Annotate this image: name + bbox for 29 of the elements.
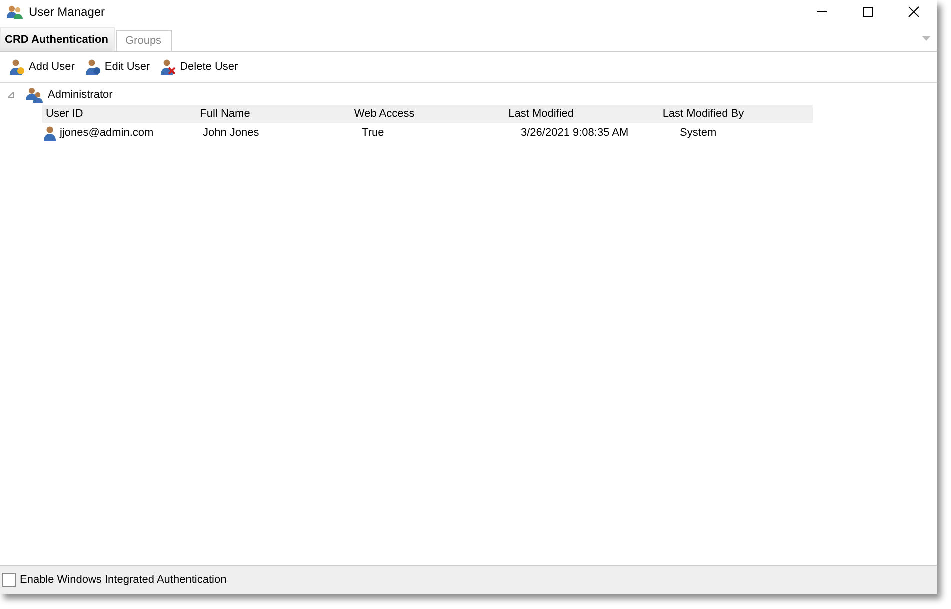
- column-header[interactable]: Last Modified: [504, 108, 659, 120]
- expand-arrow-icon[interactable]: [8, 92, 15, 98]
- column-header[interactable]: Web Access: [350, 108, 505, 120]
- table-cell: 3/26/2021 9:08:35 AM: [521, 127, 629, 139]
- tab[interactable]: CRD Authentication: [0, 27, 116, 51]
- add-user-button[interactable]: Add User: [6, 57, 78, 77]
- checkbox[interactable]: [2, 573, 16, 587]
- close-icon: [908, 6, 920, 18]
- group-label[interactable]: Administrator: [48, 89, 113, 101]
- delete-user-button[interactable]: Delete User: [157, 57, 242, 77]
- maximize-icon: [862, 6, 874, 18]
- column-header[interactable]: Last Modified By: [658, 108, 814, 120]
- user-icon: [9, 59, 25, 75]
- user-icon: [84, 59, 101, 75]
- dropdown-arrow-icon[interactable]: [922, 36, 931, 41]
- user-icon: [44, 126, 56, 140]
- users-icon: [26, 87, 44, 103]
- table-cell: John Jones: [203, 127, 260, 139]
- users-icon: [7, 4, 23, 20]
- table-cell: System: [680, 127, 717, 139]
- checkbox-label[interactable]: Enable Windows Integrated Authentication: [20, 574, 227, 586]
- window-title: User Manager: [29, 5, 106, 19]
- column-header[interactable]: User ID: [42, 108, 196, 120]
- table-cell: True: [362, 127, 384, 139]
- column-header[interactable]: Full Name: [196, 108, 350, 120]
- table-cell: jjones@admin.com: [60, 127, 154, 139]
- user-cross-icon: [160, 59, 176, 75]
- edit-user-button[interactable]: Edit User: [82, 57, 154, 77]
- tab[interactable]: Groups: [116, 30, 172, 51]
